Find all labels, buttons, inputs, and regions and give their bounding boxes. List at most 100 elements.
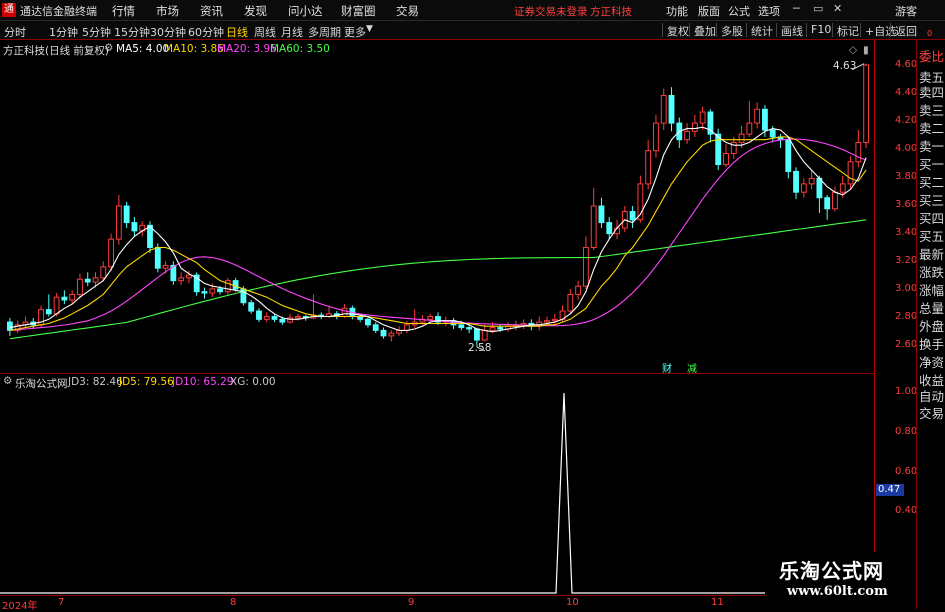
menu-item-function[interactable]: 功能 [666, 3, 688, 19]
trade-label[interactable]: 交易 [919, 403, 945, 422]
menu-item-layout[interactable]: 版面 [698, 3, 720, 19]
period-30min[interactable]: 30分钟 [150, 24, 186, 40]
side-item[interactable]: 总量 [919, 298, 945, 317]
candle-body [629, 211, 636, 221]
menu-item-quotes[interactable]: 行情 [112, 3, 135, 19]
kline-chart[interactable] [0, 40, 874, 373]
indicator-pane[interactable]: ⚙ 乐淘公式网 JD3: 82.46 JD5: 79.56 JD10: 65.2… [0, 373, 874, 596]
price-tick: 2.60 [895, 339, 918, 350]
menu-item-ask[interactable]: 问小达 [288, 3, 323, 19]
menu-bar: 通 通达信金融终端 行情 市场 资讯 发现 问小达 财富圈 交易 证券交易未登录… [0, 0, 945, 21]
settings-gear-icon[interactable]: ⚙ [104, 42, 113, 54]
candle-body [699, 111, 706, 124]
candle-body [154, 246, 161, 269]
login-warning[interactable]: 证券交易未登录 [514, 4, 588, 19]
diamond-icon[interactable]: ◇ [849, 44, 857, 56]
candle-body [606, 222, 613, 235]
candle-body [45, 309, 52, 315]
period-monthly[interactable]: 月线 [281, 24, 303, 40]
side-item[interactable]: 卖二 [919, 118, 945, 137]
period-daily[interactable]: 日线 [226, 24, 248, 40]
period-60min[interactable]: 60分钟 [188, 24, 224, 40]
side-item[interactable]: 换手 [919, 334, 945, 353]
multi-stock-button[interactable]: 多股 [716, 23, 743, 38]
draw-line-button[interactable]: 画线 [776, 23, 803, 38]
guest-label[interactable]: 游客 [895, 3, 917, 19]
menu-item-discover[interactable]: 发现 [244, 3, 267, 19]
top-marker: 0 [927, 29, 933, 38]
menu-item-trade[interactable]: 交易 [396, 3, 419, 19]
indicator-tick: 0.60 [895, 466, 918, 477]
candle-body [855, 141, 862, 163]
menu-item-formula[interactable]: 公式 [728, 3, 750, 19]
side-item[interactable]: 买三 [919, 190, 945, 209]
panel-toggle-icon[interactable]: ▮ [863, 44, 869, 56]
menu-item-options[interactable]: 选项 [758, 3, 780, 19]
candle-body [186, 274, 192, 279]
candle-body [769, 129, 776, 138]
candle-body [61, 296, 68, 301]
statistics-button[interactable]: 统计 [746, 23, 773, 38]
kline-pane[interactable]: 方正科技(日线 前复权) ⚙ MA5: 4.00 MA10: 3.86 MA20… [0, 40, 874, 375]
candle-body [380, 329, 387, 337]
stock-title[interactable]: 方正科技(日线 前复权) [3, 43, 109, 58]
minimize-icon[interactable]: ─ [793, 2, 800, 15]
menu-item-market[interactable]: 市场 [156, 3, 179, 19]
side-item[interactable]: 最新 [919, 244, 945, 263]
side-item[interactable]: 外盘 [919, 316, 945, 335]
candle-body [668, 94, 675, 124]
period-toolbar: 分时 1分钟 5分钟 15分钟 30分钟 60分钟 日线 周线 月线 多周期 更… [0, 21, 945, 40]
side-item[interactable]: 卖三 [919, 100, 945, 119]
price-tick: 3.20 [895, 255, 918, 266]
side-item[interactable]: 净资 [919, 352, 945, 371]
candle-body [575, 285, 582, 295]
more-dropdown-icon[interactable]: ▼ [366, 24, 373, 34]
menu-item-news[interactable]: 资讯 [200, 3, 223, 19]
side-item[interactable]: 卖一 [919, 136, 945, 155]
indicator-tick: 0.40 [895, 505, 918, 516]
low-price-label: 2.58 [468, 342, 492, 354]
period-5min[interactable]: 5分钟 [82, 24, 111, 40]
price-tick: 4.00 [895, 143, 918, 154]
side-item[interactable]: 买四 [919, 208, 945, 227]
side-item[interactable]: 涨幅 [919, 280, 945, 299]
candle-body [582, 246, 589, 287]
side-item[interactable]: 买五 [919, 226, 945, 245]
jd3-legend: JD3: 82.46 [68, 376, 123, 388]
f10-button[interactable]: F10 [806, 23, 831, 37]
period-intraday[interactable]: 分时 [4, 24, 26, 40]
candle-body [365, 318, 371, 326]
candle-body [839, 183, 846, 193]
period-1min[interactable]: 1分钟 [49, 24, 78, 40]
ma10-legend: MA10: 3.86 [164, 43, 224, 55]
period-15min[interactable]: 15分钟 [114, 24, 150, 40]
indicator-title[interactable]: 乐淘公式网 [15, 376, 68, 391]
mark-button[interactable]: 标记 [832, 23, 859, 38]
side-item[interactable]: 买二 [919, 172, 945, 191]
indicator-chart[interactable] [0, 374, 874, 596]
menu-item-wealth[interactable]: 财富圈 [341, 3, 376, 19]
candle-body [785, 139, 792, 172]
restore-rights-button[interactable]: 复权 [662, 23, 689, 38]
period-multi[interactable]: 多周期 [308, 24, 341, 40]
candle-body [816, 177, 823, 199]
back-button[interactable]: 返回 [890, 23, 917, 38]
candle-body [645, 150, 652, 185]
side-item[interactable]: 涨跌 [919, 262, 945, 281]
period-weekly[interactable]: 周线 [254, 24, 276, 40]
side-item[interactable]: 买一 [919, 154, 945, 173]
candle-body [590, 205, 597, 248]
candle-body [248, 302, 255, 312]
maximize-icon[interactable]: ▭ [813, 2, 823, 15]
app-logo-icon: 通 [2, 3, 16, 17]
side-item[interactable]: 卖四 [919, 82, 945, 101]
overlay-button[interactable]: 叠加 [689, 23, 716, 38]
indicator-gear-icon[interactable]: ⚙ [3, 375, 12, 387]
ma60-legend: MA60: 3.50 [270, 43, 330, 55]
close-icon[interactable]: ✕ [833, 2, 842, 15]
price-tick: 4.60 [895, 59, 918, 70]
date-label: 10 [566, 597, 579, 608]
ma5-legend: MA5: 4.00 [116, 43, 170, 55]
side-item[interactable]: 委比 [919, 46, 945, 65]
period-more[interactable]: 更多 [344, 24, 366, 40]
